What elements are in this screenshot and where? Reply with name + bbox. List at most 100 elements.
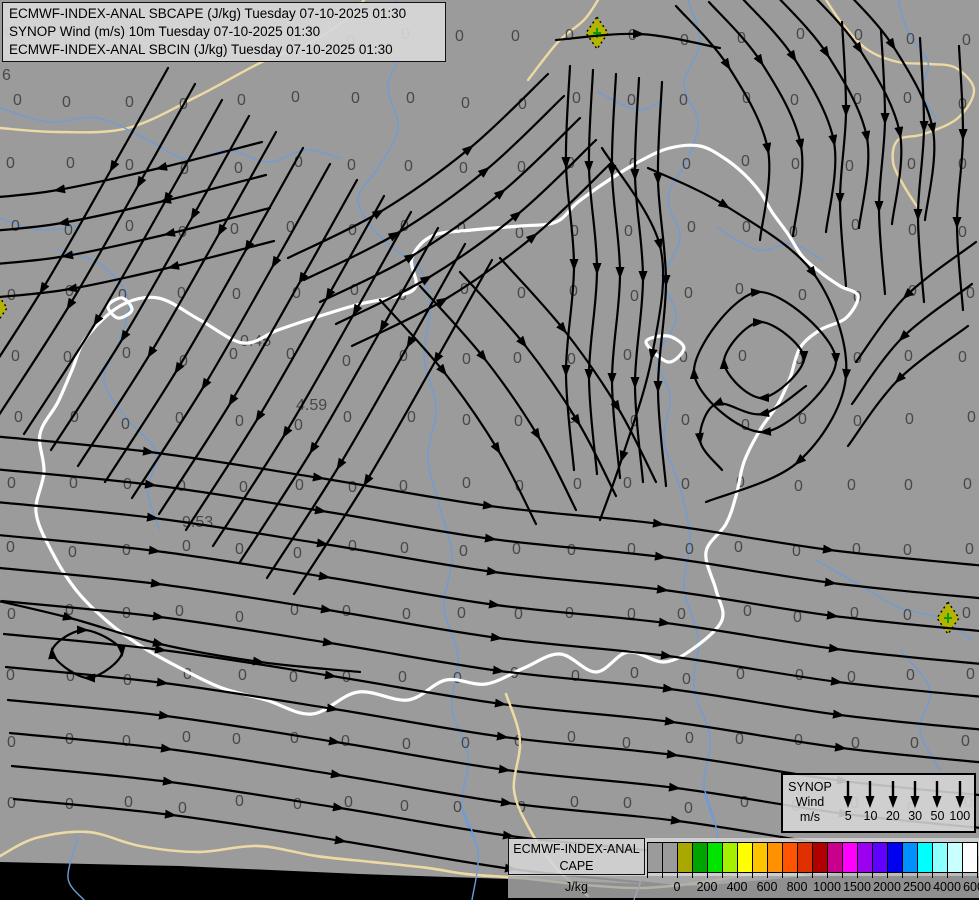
station-value: 0 xyxy=(178,800,187,817)
station-value: 0 xyxy=(462,475,471,492)
cape-scale-tick xyxy=(707,872,708,878)
station-value: 0 xyxy=(847,477,856,494)
wind-arrow-down-icon xyxy=(932,781,942,808)
station-value: 0 xyxy=(685,730,694,747)
station-value: 0 xyxy=(66,155,75,172)
station-value: 0 xyxy=(796,26,805,43)
wind-arrow-down-icon xyxy=(910,781,920,808)
cape-scale-tick xyxy=(977,872,978,878)
station-value: 0 xyxy=(122,733,131,750)
wind-speed-value: 5 xyxy=(844,809,852,823)
wind-arrow-down-icon xyxy=(843,781,853,808)
station-value: 0 xyxy=(294,417,303,434)
wind-speed-item: 10 xyxy=(859,779,881,831)
station-value: 0 xyxy=(125,94,134,111)
station-value: 0 xyxy=(399,348,408,365)
station-value: 0 xyxy=(963,476,972,493)
station-value: 0 xyxy=(570,794,579,811)
cape-scale-label: 400 xyxy=(726,880,748,894)
station-value: 0 xyxy=(910,735,919,752)
cape-color-cell xyxy=(782,842,798,873)
station-value: 0 xyxy=(125,218,134,235)
station-value: 0 xyxy=(677,606,686,623)
cape-scale-tick xyxy=(902,872,903,878)
title-line-sbcin: ECMWF-INDEX-ANAL SBCIN (J/kg) Tuesday 07… xyxy=(9,42,393,57)
cape-color-cell xyxy=(962,842,978,873)
station-value: 0 xyxy=(571,668,580,685)
cape-color-cell xyxy=(827,842,843,873)
cape-scale-tick xyxy=(797,872,798,878)
station-value: 0 xyxy=(7,475,16,492)
station-value: 0 xyxy=(961,733,970,750)
station-value: 0 xyxy=(738,348,747,365)
station-value: 0 xyxy=(290,730,299,747)
cape-scale-label: 2500 xyxy=(903,880,931,894)
cape-scale-tick xyxy=(767,872,768,878)
station-value: 0 xyxy=(7,606,16,623)
cape-color-cell xyxy=(797,842,813,873)
station-value: 0 xyxy=(293,545,302,562)
station-value: 0 xyxy=(736,666,745,683)
station-value: 0 xyxy=(404,158,413,175)
cape-scale-tick xyxy=(677,872,678,878)
station-value: 0 xyxy=(400,798,409,815)
station-value: 0 xyxy=(351,90,360,107)
station-value: 0 xyxy=(514,413,523,430)
wind-speed-value: 20 xyxy=(885,809,900,823)
cape-scale-tick xyxy=(722,872,723,878)
station-value: 0 xyxy=(682,671,691,688)
cape-scale-label: 2000 xyxy=(873,880,901,894)
station-value: 0 xyxy=(13,92,22,109)
station-value: 0 xyxy=(741,153,750,170)
station-value: 0 xyxy=(791,156,800,173)
wind-arrow-down-icon xyxy=(955,781,965,808)
wind-legend: SYNOP Wind m/s 5 10 20 30 50 100 xyxy=(781,773,976,833)
cape-color-cell xyxy=(677,842,693,873)
station-value: 0 xyxy=(65,283,74,300)
cape-scale-tick xyxy=(737,872,738,878)
station-value: 0 xyxy=(6,155,15,172)
station-value: 0 xyxy=(908,222,917,239)
station-value: 0 xyxy=(623,475,632,492)
station-value: 0 xyxy=(628,27,637,44)
station-value: 0 xyxy=(461,735,470,752)
wind-legend-variable: Wind xyxy=(795,795,825,809)
station-value: 0 xyxy=(907,156,916,173)
station-value: 0 xyxy=(182,729,191,746)
station-value: 0 xyxy=(235,793,244,810)
station-value: 0 xyxy=(905,411,914,428)
station-value: 0 xyxy=(567,351,576,368)
cape-scale-tick xyxy=(887,872,888,878)
cape-color-cell xyxy=(692,842,708,873)
station-value: 0 xyxy=(513,350,522,367)
station-value: 0 xyxy=(684,285,693,302)
station-value: 0 xyxy=(121,416,130,433)
cape-scale-tick xyxy=(932,872,933,878)
station-value: 0 xyxy=(743,603,752,620)
cape-scale-label: 1500 xyxy=(843,880,871,894)
station-value: 0 xyxy=(903,90,912,107)
station-value: 0 xyxy=(238,667,247,684)
cape-color-cell xyxy=(887,842,903,873)
station-value: 0 xyxy=(457,605,466,622)
cape-scale-tick xyxy=(962,872,963,878)
station-value: 0 xyxy=(685,541,694,558)
station-value: 0 xyxy=(462,351,471,368)
station-value: 0 xyxy=(906,31,915,48)
station-value: 0 xyxy=(124,794,133,811)
station-value: 0 xyxy=(455,28,464,45)
title-line-sbcape: ECMWF-INDEX-ANAL SBCAPE (J/kg) Tuesday 0… xyxy=(9,6,407,21)
cape-color-cell xyxy=(872,842,888,873)
cape-scale-label: 200 xyxy=(696,880,718,894)
cape-scale-tick xyxy=(842,872,843,878)
station-value: 0 xyxy=(962,32,971,49)
station-value: 0 xyxy=(229,346,238,363)
station-value: 0 xyxy=(623,795,632,812)
wind-speed-value: 10 xyxy=(863,809,878,823)
station-value: 0 xyxy=(293,796,302,813)
cape-scale-tick xyxy=(647,872,648,878)
wind-legend-title: SYNOP Wind m/s xyxy=(783,775,837,831)
station-value: 0 xyxy=(123,672,132,689)
cape-scale-tick xyxy=(692,872,693,878)
station-value: 0 xyxy=(903,607,912,624)
